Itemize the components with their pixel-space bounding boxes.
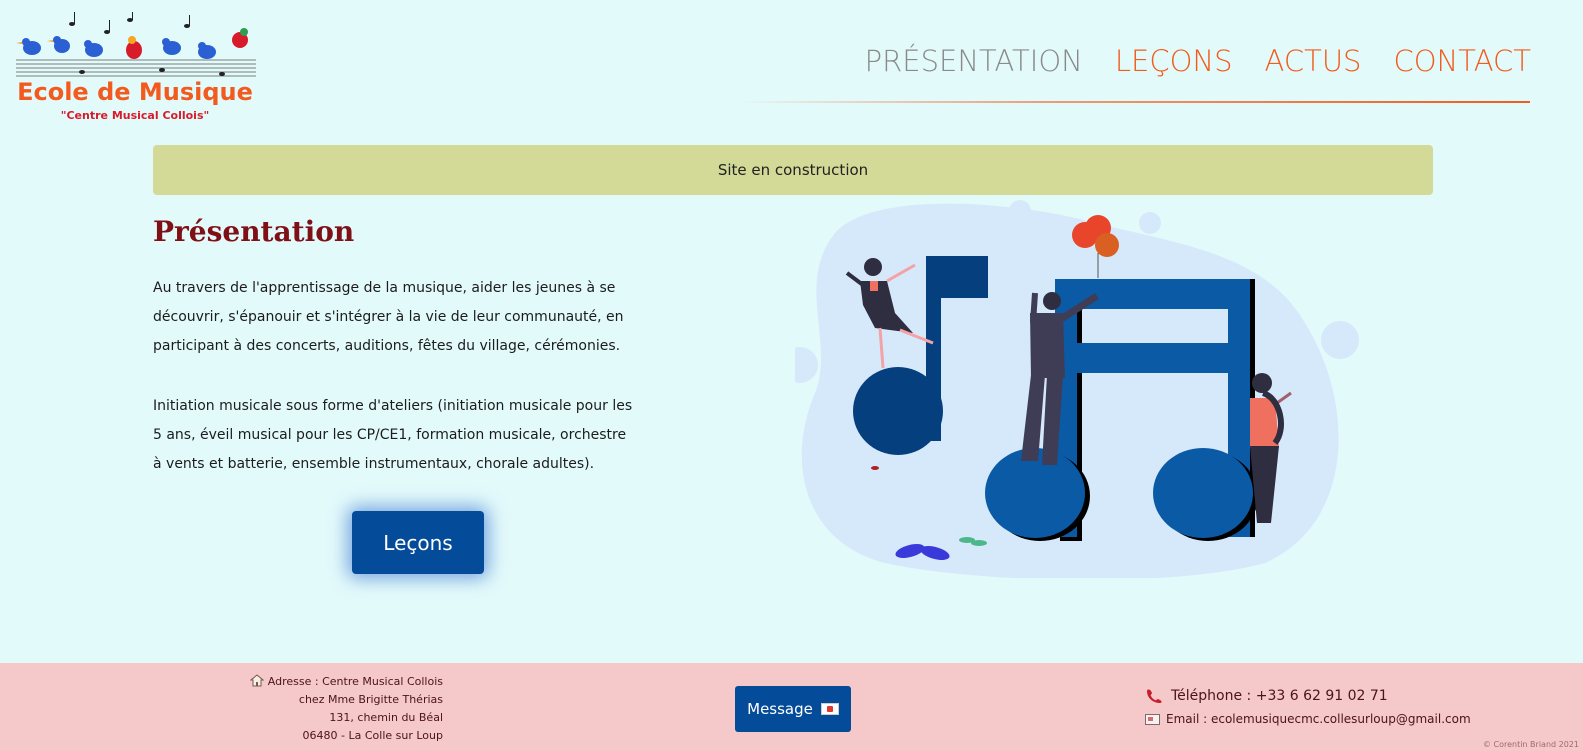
phone-icon bbox=[1147, 689, 1162, 703]
presentation-paragraph-1: Au travers de l'apprentissage de la musi… bbox=[153, 280, 624, 354]
site-logo[interactable]: Ecole de Musique "Centre Musical Collois… bbox=[12, 10, 258, 124]
message-button[interactable]: Message bbox=[735, 686, 851, 732]
envelope-icon bbox=[820, 703, 839, 715]
construction-banner: Site en construction bbox=[153, 145, 1433, 195]
telephone-row: Téléphone : +33 6 62 91 02 71 bbox=[1145, 688, 1471, 704]
nav-underline bbox=[735, 101, 1530, 103]
footer-contact: Téléphone : +33 6 62 91 02 71 Email : ec… bbox=[1145, 688, 1471, 726]
footer-address: Adresse : Centre Musical Collois chez Mm… bbox=[249, 673, 443, 745]
copyright: © Corentin Briand 2021 bbox=[1482, 740, 1579, 749]
nav-contact[interactable]: CONTACT bbox=[1393, 44, 1531, 78]
music-birds-logo-icon bbox=[16, 10, 256, 77]
mail-icon bbox=[1145, 713, 1160, 725]
nav-lecons[interactable]: LEÇONS bbox=[1115, 44, 1233, 78]
logo-subtitle: "Centre Musical Collois" bbox=[60, 109, 210, 122]
message-button-label: Message bbox=[747, 700, 813, 718]
nav-presentation[interactable]: PRÉSENTATION bbox=[865, 44, 1083, 78]
page-title: Présentation bbox=[153, 215, 355, 248]
lecons-button[interactable]: Leçons bbox=[352, 511, 484, 574]
email-row: Email : ecolemusiquecmc.collesurloup@gma… bbox=[1145, 712, 1471, 726]
music-notes-illustration-icon bbox=[795, 200, 1359, 578]
address-line-2: chez Mme Brigitte Thérias bbox=[298, 693, 443, 706]
logo-title: Ecole de Musique bbox=[17, 78, 253, 106]
nav-actus[interactable]: ACTUS bbox=[1265, 44, 1362, 78]
telephone-text: Téléphone : +33 6 62 91 02 71 bbox=[1171, 688, 1388, 704]
address-line-4: 06480 - La Colle sur Loup bbox=[302, 729, 443, 742]
presentation-paragraph-2: Initiation musicale sous forme d'atelier… bbox=[153, 398, 633, 472]
address-line-3: 131, chemin du Béal bbox=[329, 711, 443, 724]
home-icon bbox=[249, 674, 264, 687]
address-line-1: Adresse : Centre Musical Collois bbox=[267, 675, 443, 688]
main-nav: PRÉSENTATION LEÇONS ACTUS CONTACT bbox=[865, 44, 1531, 78]
email-text[interactable]: Email : ecolemusiquecmc.collesurloup@gma… bbox=[1166, 712, 1471, 726]
